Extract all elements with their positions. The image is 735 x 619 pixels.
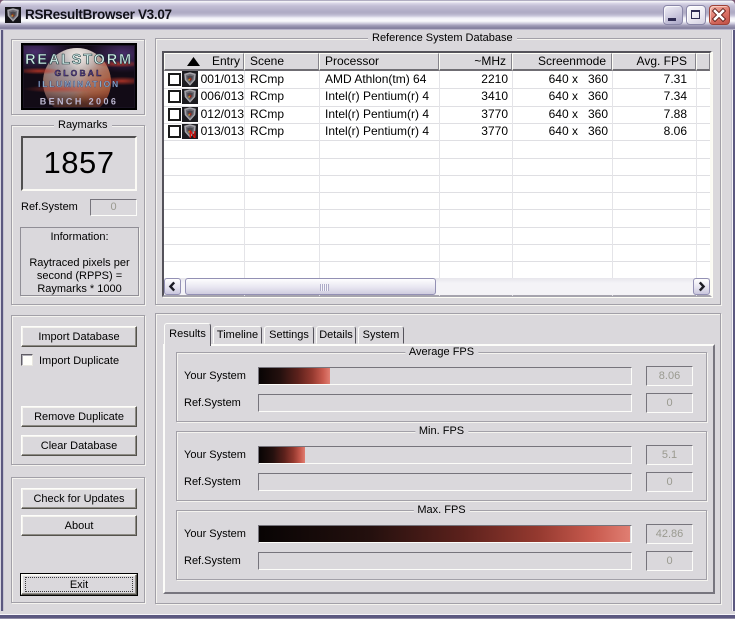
svg-text:REALSTORM: REALSTORM [25,52,133,68]
svg-text:ILLUMINATION: ILLUMINATION [38,79,120,89]
svg-text:N: N [189,130,196,139]
svg-text:BENCH 2006: BENCH 2006 [40,97,119,107]
svg-text:GLOBAL: GLOBAL [54,68,103,78]
